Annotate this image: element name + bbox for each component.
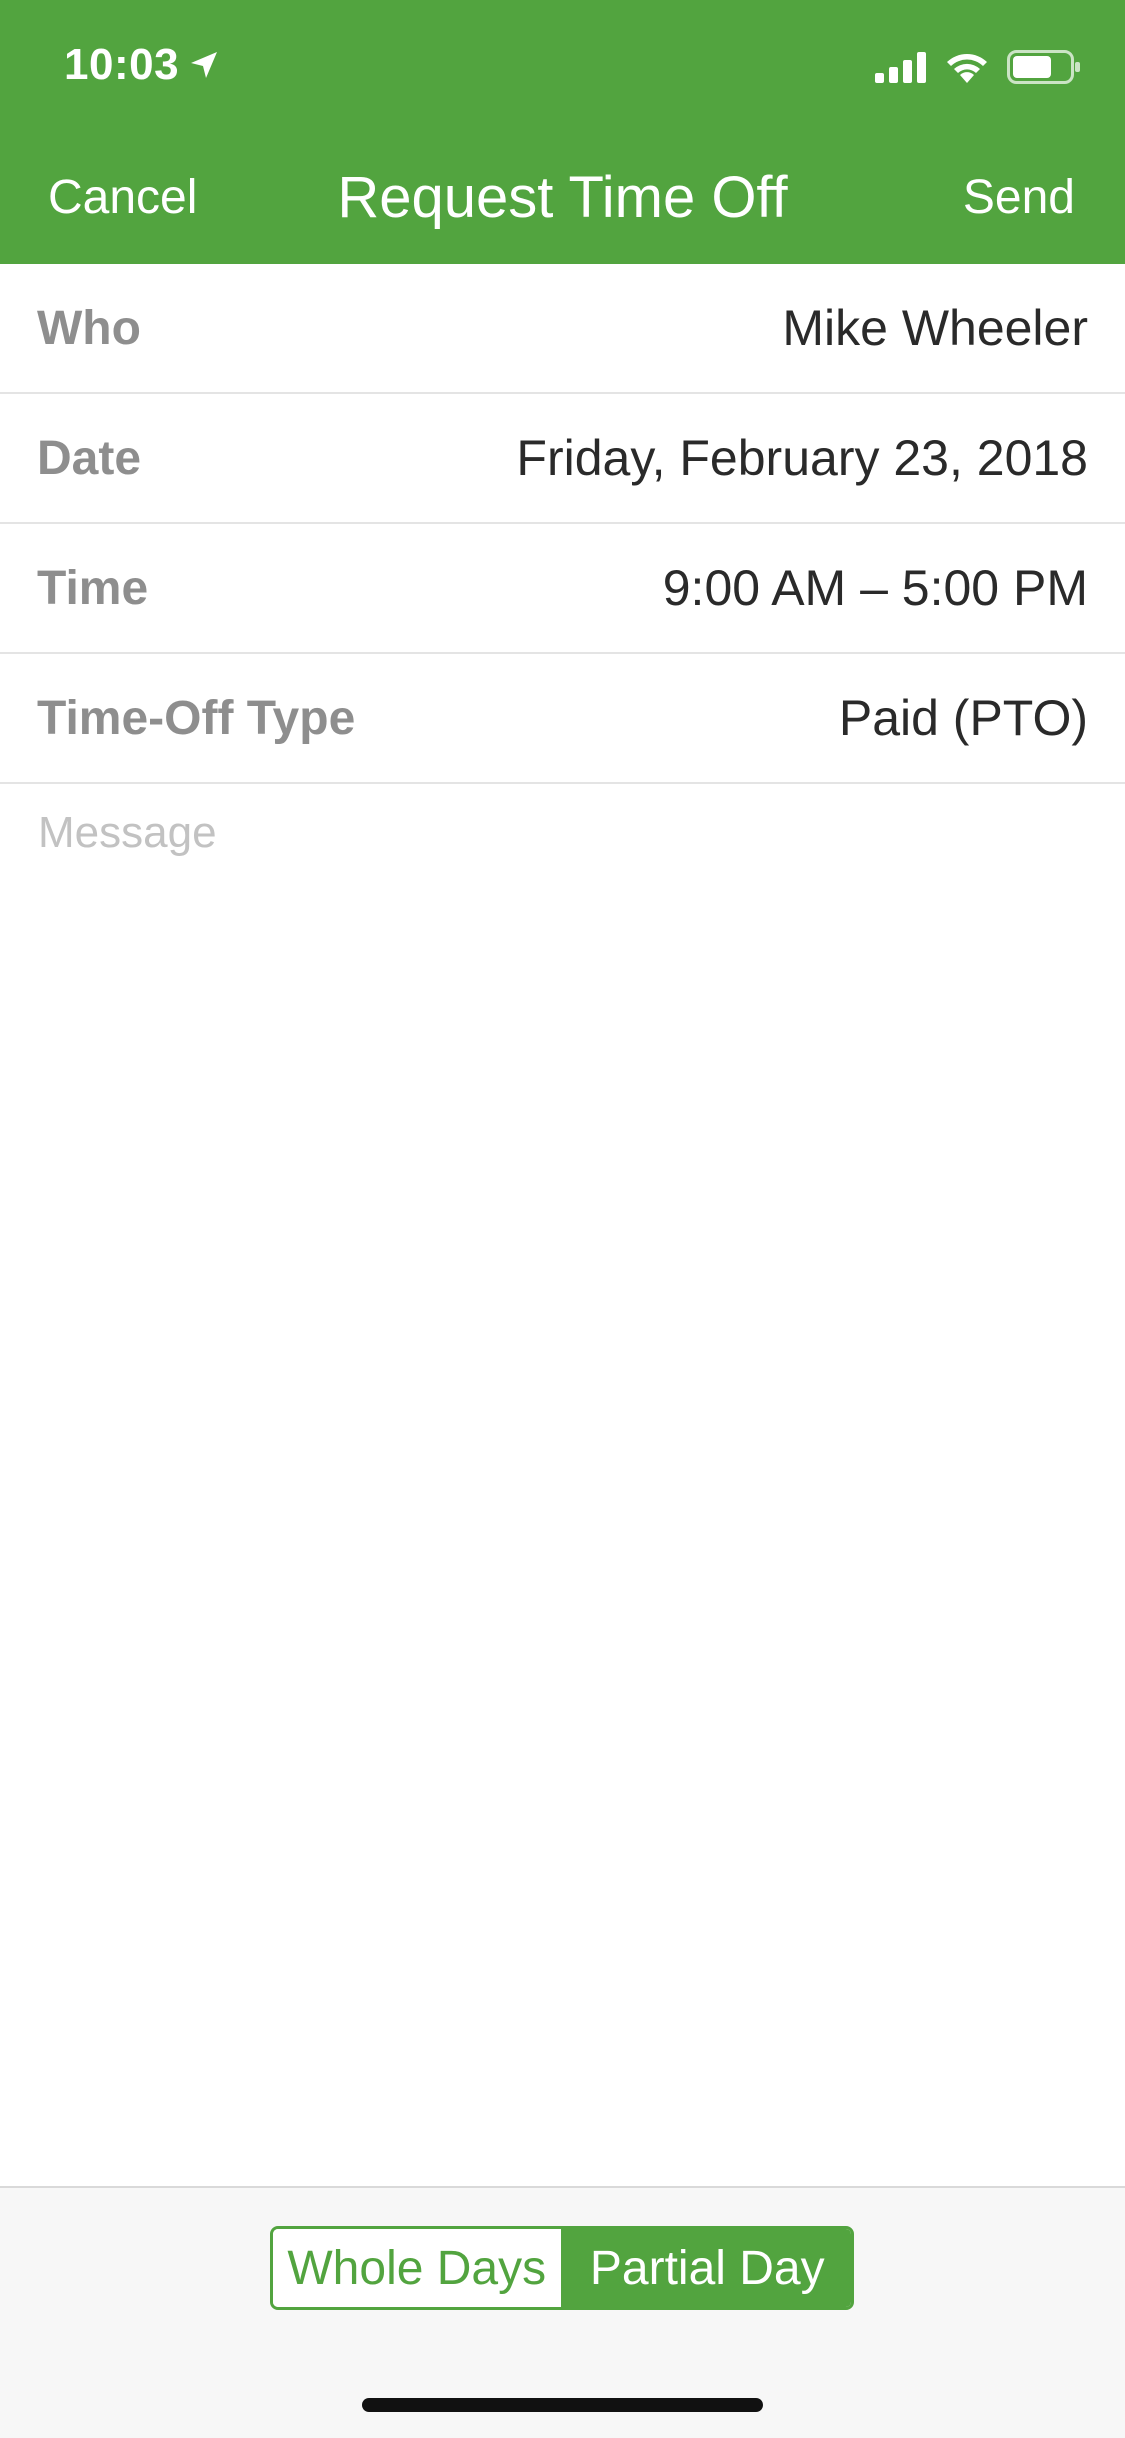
home-indicator[interactable] — [362, 2398, 763, 2412]
status-time: 10:03 — [64, 40, 180, 89]
time-label: Time — [37, 561, 149, 615]
day-type-toggle: Whole Days Partial Day — [270, 2226, 854, 2310]
status-time-group: 10:03 — [64, 40, 219, 90]
who-value: Mike Wheeler — [782, 300, 1088, 356]
date-value: Friday, February 23, 2018 — [516, 430, 1088, 486]
location-arrow-icon — [189, 50, 219, 80]
status-icons — [875, 50, 1081, 84]
battery-icon — [1007, 50, 1081, 84]
request-form: Who Mike Wheeler Date Friday, February 2… — [0, 264, 1125, 784]
cancel-button[interactable]: Cancel — [48, 132, 197, 264]
navigation-bar: Cancel Request Time Off Send — [0, 132, 1125, 264]
time-off-type-value: Paid (PTO) — [838, 690, 1088, 746]
header: 10:03 Cancel Request Time Off Send — [0, 0, 1125, 264]
time-value: 9:00 AM – 5:00 PM — [662, 560, 1088, 616]
row-who[interactable]: Who Mike Wheeler — [0, 264, 1125, 394]
time-off-type-label: Time-Off Type — [37, 691, 356, 745]
message-input[interactable] — [38, 808, 1088, 2168]
who-label: Who — [37, 301, 141, 355]
row-time-off-type[interactable]: Time-Off Type Paid (PTO) — [0, 654, 1125, 784]
status-bar: 10:03 — [0, 0, 1125, 132]
whole-days-option[interactable]: Whole Days — [273, 2229, 564, 2307]
send-button[interactable]: Send — [963, 132, 1075, 264]
cellular-signal-icon — [875, 51, 927, 83]
wifi-icon — [945, 50, 989, 84]
date-label: Date — [37, 431, 142, 485]
row-date[interactable]: Date Friday, February 23, 2018 — [0, 394, 1125, 524]
partial-day-option[interactable]: Partial Day — [563, 2229, 851, 2307]
row-time[interactable]: Time 9:00 AM – 5:00 PM — [0, 524, 1125, 654]
